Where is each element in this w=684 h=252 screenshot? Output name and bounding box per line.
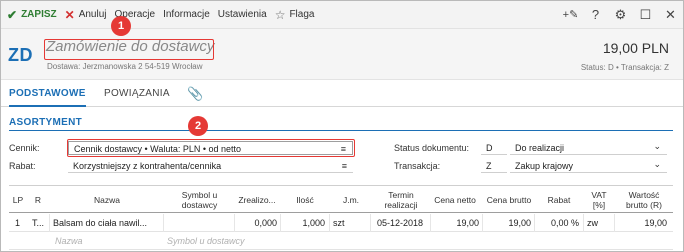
pricelist-label: Cennik: (9, 143, 40, 153)
document-amount: 19,00 PLN (602, 40, 669, 56)
column-header-gross-price[interactable]: Cena brutto (485, 186, 533, 214)
column-header-symbol[interactable]: Symbol u dostawcy (164, 186, 235, 214)
document-type-code: ZD (8, 45, 33, 65)
section-divider (9, 130, 673, 131)
toolbar: ✔ ZAPISZ ✕ Anuluj Operacje Informacje Us… (1, 1, 683, 29)
tab-bar: PODSTAWOWE POWIĄZANIA 📎 (1, 80, 683, 107)
discount-label: Rabat: (9, 161, 36, 171)
document-status-line: Status: D • Transakcja: Z (580, 63, 669, 72)
column-header-r[interactable]: R (29, 186, 47, 214)
new-row-symbol-input[interactable]: Symbol u dostawcy (167, 232, 245, 250)
transaction-code: Z (486, 161, 492, 171)
column-header-discount[interactable]: Rabat (537, 186, 581, 214)
row-divider (329, 214, 330, 232)
callout-box-1 (44, 39, 214, 60)
tab-links[interactable]: POWIĄZANIA (104, 80, 170, 107)
cell-net-price[interactable]: 19,00 (431, 214, 479, 232)
table-header: LP R Nazwa Symbol u dostawcy Zrealizo...… (9, 185, 673, 213)
delivery-address: Dostawa: Jerzmanowska 2 54-519 Wrocław (47, 62, 203, 71)
cell-name[interactable]: Balsam do ciała nawil... (53, 214, 161, 232)
column-header-vat[interactable]: VAT [%] (585, 186, 613, 214)
cell-vat[interactable]: zw (587, 214, 598, 232)
add-edit-icon[interactable]: +✎ (558, 1, 583, 29)
discount-value: Korzystniejszy z kontrahenta/cennika (73, 161, 222, 171)
flag-button[interactable]: ☆ Flaga (271, 1, 319, 29)
transaction-value: Zakup krajowy (515, 161, 574, 171)
chevron-down-icon: ⌄ (653, 141, 661, 151)
column-header-lp[interactable]: LP (9, 186, 27, 214)
row-divider (49, 214, 50, 232)
cell-unit[interactable]: szt (333, 214, 345, 232)
column-header-gross-value[interactable]: Wartość brutto (R) (617, 186, 671, 214)
flag-label: Flaga (289, 9, 315, 20)
column-header-quantity[interactable]: Ilość (283, 186, 327, 214)
toolbar-right-icons: +✎ ? ⚙ ☐ ✕ (558, 1, 683, 29)
table-row[interactable]: 1 T... Balsam do ciała nawil... 0,000 1,… (9, 214, 673, 232)
save-label: ZAPISZ (21, 9, 57, 20)
row-divider (583, 214, 584, 232)
doc-status-label: Status dokumentu: (394, 143, 470, 153)
callout-badge-2: 2 (188, 116, 208, 136)
transaction-label: Transakcja: (394, 161, 441, 171)
transaction-select[interactable]: Zakup krajowy ⌄ (510, 159, 667, 173)
table-new-row[interactable]: Nazwa Symbol u dostawcy (9, 232, 673, 250)
doc-status-code: D (486, 143, 493, 153)
star-icon: ☆ (274, 7, 286, 22)
info-label: Informacje (163, 9, 210, 20)
settings-label: Ustawienia (217, 9, 267, 20)
discount-field[interactable]: Korzystniejszy z kontrahenta/cennika ≡ (68, 159, 353, 173)
cell-lp: 1 (15, 218, 21, 228)
doc-status-code-field[interactable]: D (481, 141, 507, 155)
row-divider (163, 214, 164, 232)
chevron-down-icon: ⌄ (653, 159, 661, 169)
doc-status-value: Do realizacji (515, 143, 565, 153)
cell-discount[interactable]: 0,00 % (535, 214, 579, 232)
help-icon[interactable]: ? (583, 1, 608, 29)
cell-r: T... (32, 218, 45, 228)
gear-icon[interactable]: ⚙ (608, 1, 633, 29)
cancel-label: Anuluj (78, 9, 107, 20)
checkmark-icon: ✔ (7, 7, 18, 22)
column-header-unit[interactable]: J.m. (331, 186, 371, 214)
callout-box-2 (67, 139, 355, 157)
cell-symbol[interactable] (166, 214, 232, 232)
section-title: ASORTYMENT (9, 117, 82, 128)
close-x-icon: ✕ (64, 7, 75, 22)
column-header-realized[interactable]: Zrealizo... (235, 186, 279, 214)
maximize-icon[interactable]: ☐ (633, 1, 658, 29)
tab-basic[interactable]: PODSTAWOWE (9, 80, 86, 107)
doc-status-select[interactable]: Do realizacji ⌄ (510, 141, 667, 155)
cell-gross-price[interactable]: 19,00 (483, 214, 531, 232)
cell-realized: 0,000 (254, 218, 277, 228)
column-header-date[interactable]: Termin realizacji (371, 186, 431, 214)
cancel-button[interactable]: ✕ Anuluj (61, 1, 111, 29)
cell-quantity[interactable]: 1,000 (281, 214, 325, 232)
info-menu[interactable]: Informacje (159, 1, 214, 29)
save-button[interactable]: ✔ ZAPISZ (1, 1, 61, 29)
menu-icon[interactable]: ≡ (342, 159, 347, 172)
transaction-code-field[interactable]: Z (481, 159, 507, 173)
new-row-name-input[interactable]: Nazwa (55, 232, 83, 250)
cell-gross-value: 19,00 (644, 218, 667, 228)
column-header-name[interactable]: Nazwa (51, 186, 163, 214)
paperclip-icon[interactable]: 📎 (187, 86, 203, 102)
cell-date[interactable]: 05-12-2018 (371, 214, 429, 232)
column-header-net-price[interactable]: Cena netto (431, 186, 479, 214)
settings-menu[interactable]: Ustawienia (214, 1, 271, 29)
callout-badge-1: 1 (111, 16, 131, 36)
close-window-icon[interactable]: ✕ (658, 1, 683, 29)
